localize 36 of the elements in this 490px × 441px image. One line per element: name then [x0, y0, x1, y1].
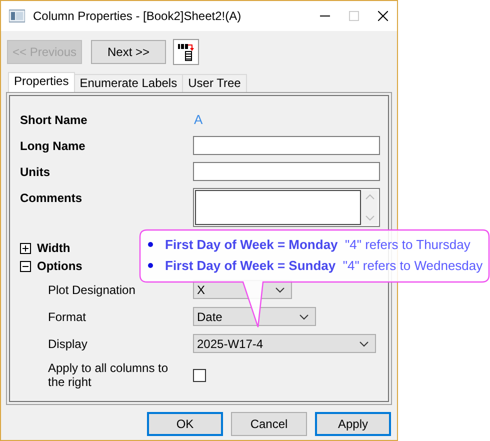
bullet-icon — [148, 242, 153, 247]
field-label: Short Name — [20, 112, 88, 128]
chevron-down-icon — [275, 286, 285, 292]
option-label: Apply to all columns to the right — [47, 361, 170, 389]
dialog-button[interactable]: Cancel — [231, 412, 307, 436]
chevron-down-icon — [359, 340, 369, 346]
input-field[interactable] — [193, 162, 380, 181]
short-name-value: A — [194, 111, 203, 129]
tooltip-text: First Day of Week = Monday "4" refers to Thursday — [165, 237, 470, 252]
numbered-list-icon — [178, 43, 194, 61]
section-label: Options — [37, 259, 82, 273]
option-label: Display — [47, 336, 88, 352]
option-label: Plot Designation — [47, 282, 136, 298]
checkbox[interactable] — [193, 368, 206, 382]
tab[interactable]: User Tree — [182, 74, 247, 92]
input-field[interactable] — [193, 136, 380, 155]
field-label: Long Name — [20, 138, 86, 154]
tab[interactable]: Properties — [8, 72, 75, 92]
dialog-button[interactable]: OK — [147, 412, 223, 436]
app-icon — [9, 9, 25, 23]
option-label: Format — [47, 308, 86, 326]
section-label: Width — [37, 241, 70, 255]
collapse-icon[interactable] — [20, 260, 31, 272]
dropdown[interactable]: 2025-W17-4 — [193, 334, 376, 353]
dropdown[interactable]: Date — [193, 307, 316, 326]
field-label: Comments — [20, 190, 82, 206]
bullet-icon — [148, 263, 153, 268]
dialog-button[interactable]: Apply — [315, 412, 391, 436]
chevron-down-icon — [299, 314, 309, 320]
window-title: Column Properties - [Book2]Sheet2!(A) — [33, 9, 242, 23]
close-icon[interactable] — [378, 11, 388, 21]
number-list-button[interactable] — [173, 39, 199, 65]
tooltip-text: First Day of Week = Sunday "4" refers to Wednesday — [165, 258, 483, 273]
field-label: Units — [20, 164, 50, 180]
next-button[interactable]: Next >> — [91, 40, 166, 64]
expand-icon[interactable] — [20, 242, 31, 254]
